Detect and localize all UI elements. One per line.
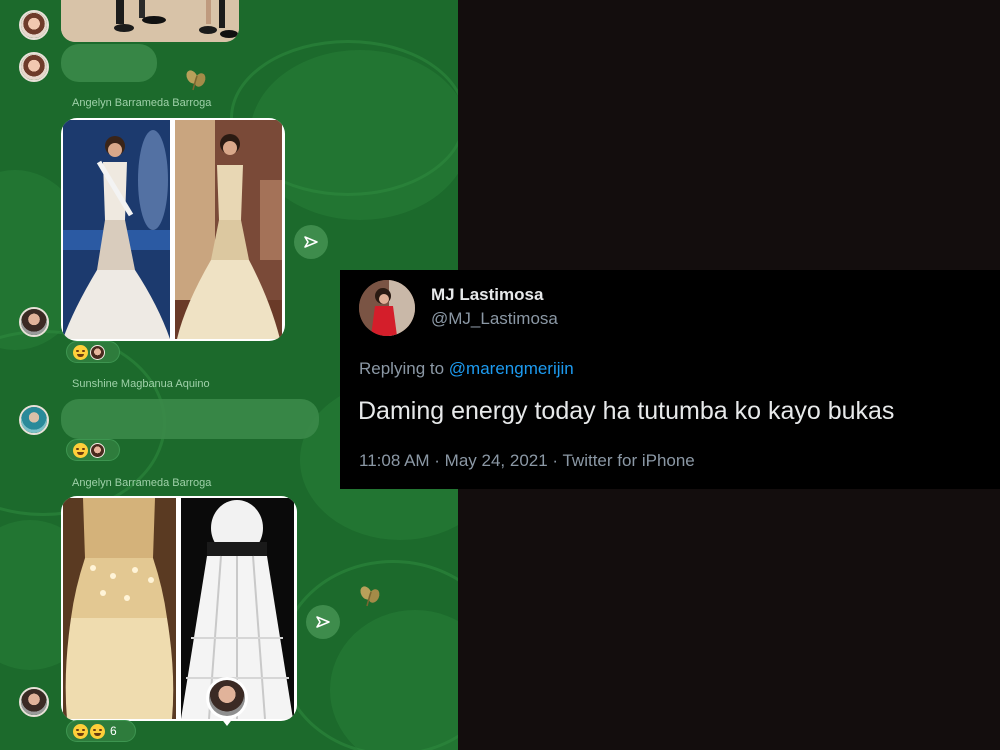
photo-image [174,120,284,339]
sender-avatar[interactable] [19,52,49,82]
reaction-bar[interactable] [66,439,120,461]
laughing-emoji-icon [73,344,88,360]
share-icon [304,236,318,248]
leaf-sticker-icon [186,70,206,91]
leaf-sticker-icon [360,586,380,607]
tweet-card[interactable]: MJ Lastimosa @MJ_Lastimosa Replying to @… [340,270,1000,489]
photo-image [63,120,172,339]
sender-avatar[interactable] [19,10,49,40]
sender-name: Angelyn Barrameda Barroga [72,477,212,489]
sender-name: Angelyn Barrameda Barroga [72,97,212,109]
replying-to-line: Replying to @marengmerijin [359,359,574,379]
replying-to-label: Replying to [359,359,445,378]
reaction-count: 6 [110,724,117,738]
image-message[interactable] [61,496,297,721]
share-button[interactable] [294,225,328,259]
screenshot-composite: Angelyn Barrameda Barroga Sunshine Magba… [0,0,1000,750]
tweet-timestamp[interactable]: 11:08 AM · May 24, 2021 · Twitter for iP… [359,451,695,471]
reactor-avatar [90,442,105,458]
reaction-bar[interactable] [66,341,120,363]
image-message[interactable] [61,0,239,42]
mention-link[interactable]: @marengmerijin [449,359,574,378]
image-message[interactable] [61,118,285,341]
reaction-bar[interactable]: 6 [66,720,136,742]
laughing-emoji-icon [73,723,88,739]
tweet-text: Daming energy today ha tutumba ko kayo b… [358,397,895,425]
photo-image [61,0,239,42]
profile-photo [359,280,415,336]
display-name[interactable]: MJ Lastimosa [431,285,543,305]
message-bubble[interactable] [61,44,157,82]
seen-indicator-avatar [206,677,248,726]
sender-name: Sunshine Magbanua Aquino [72,378,210,390]
sender-avatar[interactable] [19,687,49,717]
message-bubble[interactable] [61,399,319,439]
photo-image [63,498,178,719]
share-button[interactable] [306,605,340,639]
user-handle[interactable]: @MJ_Lastimosa [431,309,558,329]
grinning-emoji-icon [90,723,105,739]
sender-avatar[interactable] [19,405,49,435]
laughing-emoji-icon [73,442,88,458]
share-icon [316,616,330,628]
sender-avatar[interactable] [19,307,49,337]
profile-avatar[interactable] [359,280,415,336]
reactor-avatar [90,344,105,360]
